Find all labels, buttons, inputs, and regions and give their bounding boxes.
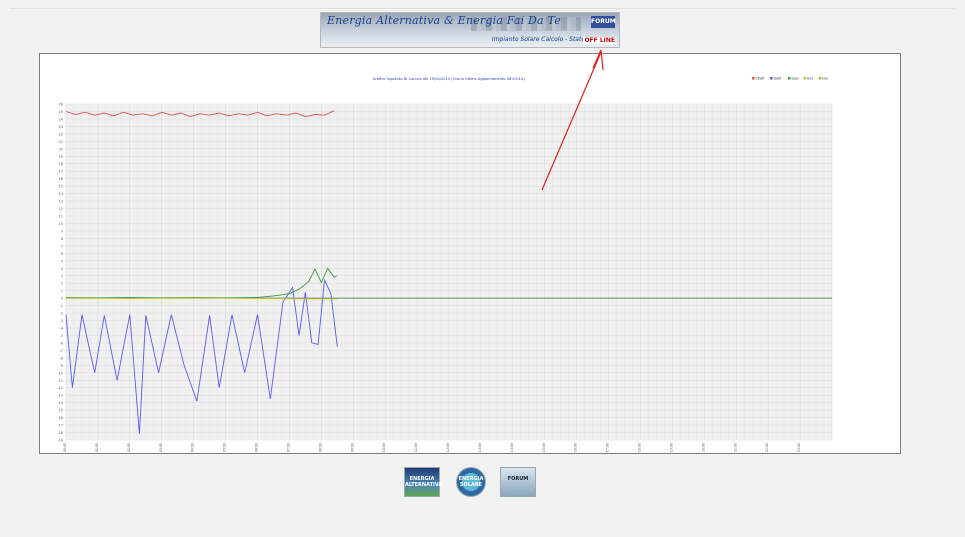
x-tick-label: 21:00: [733, 443, 737, 452]
logo-label: ENERGIA SOLARE: [458, 476, 484, 488]
x-tick-label: 00:00: [63, 443, 67, 452]
x-tick-label: 10:00: [382, 443, 386, 452]
banner-title: Energia Alternativa & Energia Fai Da Te: [327, 14, 561, 27]
y-tick-label: -3: [60, 319, 63, 323]
y-tick-label: -9: [60, 364, 63, 368]
top-divider: [10, 8, 955, 9]
x-tick-label: 01:00: [95, 443, 99, 452]
y-tick-label: -5: [60, 334, 63, 338]
x-tick-label: 13:00: [478, 443, 482, 452]
y-tick-label: 12: [59, 207, 63, 211]
y-tick-label: 18: [59, 162, 63, 166]
y-tick-label: -7: [60, 349, 63, 353]
chart-title: Grafico Impianto Di Calcolo del 15/04/20…: [373, 77, 526, 81]
x-tick-label: 22:00: [765, 443, 769, 452]
x-tick-label: 18:00: [638, 443, 642, 452]
y-tick-label: 20: [59, 147, 63, 151]
y-tick-label: 22: [59, 132, 63, 136]
legend-label: Ibatt: [774, 77, 782, 81]
y-tick-label: 15: [59, 185, 63, 189]
y-tick-label: -19: [57, 439, 63, 443]
y-tick-label: 4: [61, 267, 63, 271]
legend-label: Isol: [822, 77, 828, 81]
y-tick-label: 3: [61, 274, 63, 278]
chart-panel: 26 25 24 23 22 21 20 19 18 17 16 15 14 13 12 11 10 9 8 7 6 5 4…: [39, 53, 901, 454]
partner-logos: ENERGIA ALTERNATIVA ENERGIA SOLARE FORUM: [404, 467, 544, 499]
x-tick-label: 20:00: [701, 443, 705, 452]
forum-logo[interactable]: FORUM: [591, 16, 616, 28]
y-tick-label: 11: [59, 215, 63, 219]
x-tick-label: 07:00: [286, 443, 290, 452]
logo-label: FORUM: [507, 476, 529, 482]
x-tick-label: 06:00: [255, 443, 259, 452]
y-tick-label: 6: [61, 252, 63, 256]
y-tick-label: 17: [59, 170, 63, 174]
status-badge: OFF LINE: [583, 37, 616, 44]
y-tick-label: -17: [57, 424, 63, 428]
y-tick-label: 24: [59, 117, 63, 121]
y-tick-label: -12: [57, 386, 63, 390]
x-tick-label: 15:00: [542, 443, 546, 452]
y-tick-label: 13: [59, 200, 63, 204]
logo-energia-solare[interactable]: ENERGIA SOLARE: [456, 467, 486, 497]
y-tick-label: 0: [61, 297, 63, 301]
y-tick-label: -6: [60, 341, 63, 345]
y-tick-label: 9: [61, 229, 63, 233]
legend-label: Ipan: [792, 77, 799, 81]
x-tick-label: 04:00: [191, 443, 195, 452]
legend-swatch: [770, 77, 773, 80]
y-tick-label: -13: [57, 394, 63, 398]
x-tick-label: 08:00: [318, 443, 322, 452]
legend-swatch: [788, 77, 791, 80]
x-tick-label: 05:00: [223, 443, 227, 452]
y-tick-label: -14: [57, 401, 63, 405]
y-tick-label: -11: [57, 379, 63, 383]
x-tick-label: 11:00: [414, 443, 418, 452]
y-tick-label: 25: [59, 110, 63, 114]
legend-swatch: [752, 77, 755, 80]
y-tick-label: 7: [61, 244, 63, 248]
y-tick-label: 19: [59, 155, 63, 159]
legend-label: Icar: [807, 77, 814, 81]
x-tick-label: 02:00: [127, 443, 131, 452]
x-tick-label: 14:00: [510, 443, 514, 452]
line-chart: 2625242322212019181716151413121110987654…: [57, 77, 833, 452]
legend-swatch: [803, 77, 806, 80]
y-tick-label: -10: [57, 371, 63, 375]
y-tick-label: 10: [59, 222, 63, 226]
y-tick-label: 23: [59, 125, 63, 129]
y-tick-label: -1: [60, 304, 63, 308]
x-tick-label: 16:00: [574, 443, 578, 452]
logo-forum[interactable]: FORUM: [500, 467, 536, 497]
x-tick-label: 03:00: [159, 443, 163, 452]
y-tick-label: -16: [57, 416, 63, 420]
x-tick-label: 09:00: [350, 443, 354, 452]
y-tick-label: -4: [60, 327, 63, 331]
y-tick-label: 14: [59, 192, 63, 196]
x-tick-label: 12:00: [446, 443, 450, 452]
y-tick-label: 1: [61, 289, 63, 293]
y-tick-label: 2: [61, 282, 63, 286]
y-tick-label: -2: [60, 312, 63, 316]
legend-label: Vbatt: [756, 77, 766, 81]
x-tick-label: 17:00: [606, 443, 610, 452]
y-tick-label: 8: [61, 237, 63, 241]
y-tick-label: 26: [59, 103, 63, 107]
banner-subtitle: Impianto Solare Calcolo - Stato: [491, 36, 585, 43]
y-tick-label: -8: [60, 356, 63, 360]
logo-label: ENERGIA ALTERNATIVA: [405, 476, 443, 488]
y-tick-label: -15: [57, 409, 63, 413]
x-tick-label: 19:00: [669, 443, 673, 452]
y-tick-label: -18: [57, 431, 63, 435]
y-tick-label: 16: [59, 177, 63, 181]
y-tick-label: 5: [61, 259, 63, 263]
logo-energia-alternativa[interactable]: ENERGIA ALTERNATIVA: [404, 467, 443, 497]
y-tick-label: 21: [59, 140, 63, 144]
site-banner[interactable]: Energia Alternativa & Energia Fai Da Te …: [320, 12, 620, 48]
legend-swatch: [818, 77, 822, 80]
x-tick-label: 23:00: [797, 443, 801, 452]
